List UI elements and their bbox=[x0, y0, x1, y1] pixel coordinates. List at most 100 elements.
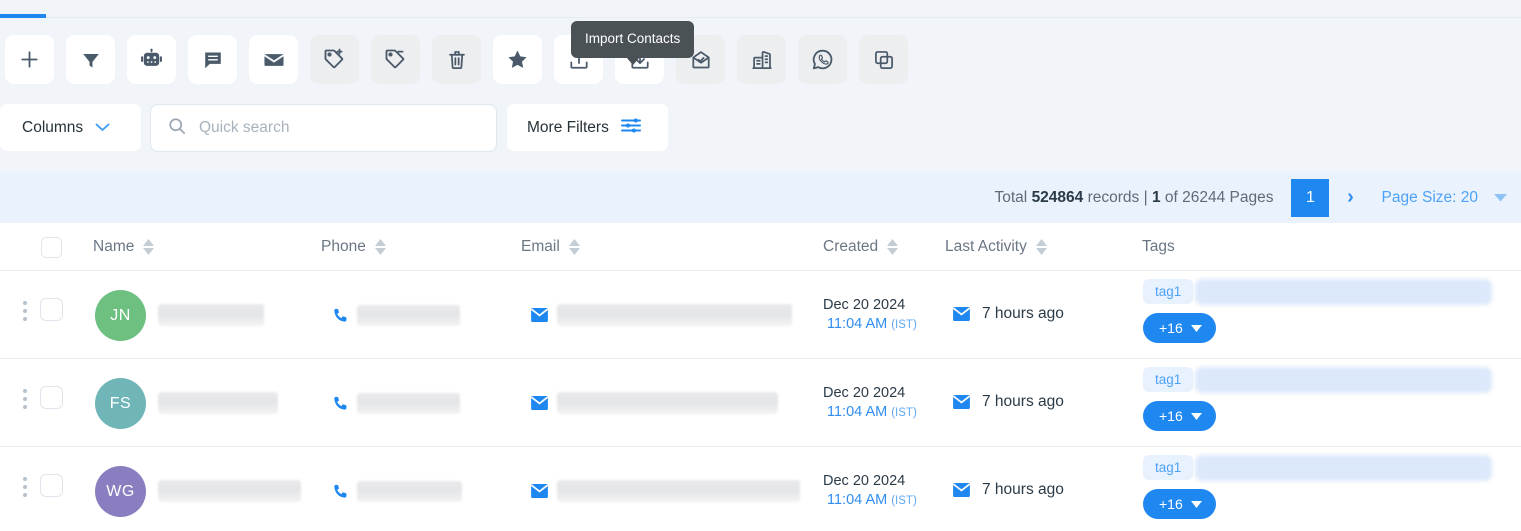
chevron-down-icon bbox=[1190, 324, 1202, 332]
bot-button[interactable] bbox=[127, 35, 176, 84]
table-header: Name Phone Email Created Last Activity Tags bbox=[0, 223, 1521, 271]
top-strip bbox=[0, 0, 1521, 22]
last-activity-cell: 7 hours ago bbox=[953, 393, 1064, 411]
column-header-name[interactable]: Name bbox=[93, 223, 155, 271]
more-tags-count: +16 bbox=[1159, 320, 1183, 336]
page-size-dropdown[interactable]: Page Size: 20 bbox=[1381, 189, 1521, 207]
column-header-label: Phone bbox=[321, 238, 366, 255]
next-page-button[interactable]: › bbox=[1329, 179, 1371, 217]
created-date: Dec 20 2024 bbox=[823, 473, 906, 489]
favorite-button[interactable] bbox=[493, 35, 542, 84]
row-menu-handle[interactable] bbox=[23, 477, 27, 497]
last-activity-value: 7 hours ago bbox=[982, 481, 1064, 498]
created-date: Dec 20 2024 bbox=[823, 297, 906, 313]
more-filters-button[interactable]: More Filters bbox=[507, 104, 668, 151]
record-count-text: Total 524864 records | 1 of 26244 Pages bbox=[995, 189, 1274, 207]
envelope-icon bbox=[263, 49, 285, 71]
name-value-redacted bbox=[158, 392, 278, 414]
last-activity-value: 7 hours ago bbox=[982, 393, 1064, 410]
page-1-button[interactable]: 1 bbox=[1291, 178, 1330, 217]
avatar-initials: JN bbox=[110, 306, 131, 324]
search-input[interactable] bbox=[199, 119, 479, 137]
tag-chip[interactable]: tag1 bbox=[1143, 367, 1194, 392]
column-header-phone[interactable]: Phone bbox=[321, 223, 386, 271]
phone-value-redacted bbox=[357, 481, 462, 502]
chat-icon bbox=[202, 49, 224, 71]
column-header-label: Last Activity bbox=[945, 238, 1027, 255]
current-page-number: 1 bbox=[1151, 188, 1161, 206]
column-header-last-activity[interactable]: Last Activity bbox=[945, 223, 1047, 271]
chevron-down-icon bbox=[1190, 412, 1202, 420]
sms-button[interactable] bbox=[188, 35, 237, 84]
add-button[interactable] bbox=[5, 35, 54, 84]
email-icon bbox=[531, 484, 548, 503]
duplicate-button[interactable] bbox=[859, 35, 908, 84]
row-checkbox[interactable] bbox=[40, 474, 63, 497]
tag-chip-redacted bbox=[1195, 367, 1492, 393]
remove-tag-button[interactable] bbox=[371, 35, 420, 84]
created-date: Dec 20 2024 bbox=[823, 385, 906, 401]
trash-icon bbox=[446, 49, 468, 71]
columns-label: Columns bbox=[22, 118, 84, 136]
created-cell: Dec 20 2024 11:04 AM (IST) bbox=[823, 384, 917, 423]
top-strip-divider bbox=[46, 17, 1521, 18]
company-button[interactable] bbox=[737, 35, 786, 84]
avatar: WG bbox=[95, 466, 146, 517]
column-header-label: Name bbox=[93, 238, 135, 255]
email-value-redacted bbox=[557, 392, 778, 414]
chevron-down-icon bbox=[95, 119, 110, 137]
last-activity-cell: 7 hours ago bbox=[953, 481, 1064, 499]
more-tags-count: +16 bbox=[1159, 496, 1183, 512]
whatsapp-icon bbox=[811, 48, 834, 71]
whatsapp-button[interactable] bbox=[798, 35, 847, 84]
more-tags-count: +16 bbox=[1159, 408, 1183, 424]
more-tags-button[interactable]: +16 bbox=[1143, 401, 1216, 431]
table-row[interactable]: FS Dec 20 2024 11:04 AM (IST) 7 hours ago ta… bbox=[0, 359, 1521, 447]
quick-search-box[interactable] bbox=[150, 104, 497, 152]
column-header-email[interactable]: Email bbox=[521, 223, 580, 271]
tag-chip[interactable]: tag1 bbox=[1143, 455, 1194, 480]
column-header-label: Tags bbox=[1142, 238, 1175, 255]
sort-icon bbox=[887, 239, 899, 255]
avatar-initials: WG bbox=[106, 482, 135, 500]
table-row[interactable]: JN Dec 20 2024 11:04 AM (IST) 7 hours ago ta… bbox=[0, 271, 1521, 359]
phone-icon bbox=[332, 483, 349, 505]
chevron-down-icon bbox=[1190, 500, 1202, 508]
pagination-bar: Total 524864 records | 1 of 26244 Pages … bbox=[0, 172, 1521, 223]
email-icon bbox=[531, 308, 548, 327]
select-all-checkbox[interactable] bbox=[41, 237, 62, 258]
columns-dropdown[interactable]: Columns bbox=[0, 104, 141, 151]
more-tags-button[interactable]: +16 bbox=[1143, 313, 1216, 343]
row-checkbox[interactable] bbox=[40, 386, 63, 409]
row-menu-handle[interactable] bbox=[23, 301, 27, 321]
avatar-initials: FS bbox=[109, 394, 132, 412]
star-icon bbox=[506, 48, 529, 71]
mail-activity-icon bbox=[953, 307, 970, 321]
phone-icon bbox=[332, 395, 349, 417]
tag-minus-icon bbox=[384, 48, 407, 71]
sliders-icon bbox=[620, 117, 641, 139]
created-timezone: (IST) bbox=[891, 495, 917, 507]
search-icon bbox=[168, 117, 186, 140]
created-time: 11:04 AM (IST) bbox=[827, 404, 917, 420]
page-size-label: Page Size: 20 bbox=[1381, 188, 1478, 206]
created-time: 11:04 AM (IST) bbox=[827, 492, 917, 508]
email-button[interactable] bbox=[249, 35, 298, 84]
row-menu-handle[interactable] bbox=[23, 389, 27, 409]
avatar: JN bbox=[95, 290, 146, 341]
row-checkbox[interactable] bbox=[40, 298, 63, 321]
more-tags-button[interactable]: +16 bbox=[1143, 489, 1216, 519]
filter-button[interactable] bbox=[66, 35, 115, 84]
email-value-redacted bbox=[557, 480, 800, 502]
created-timezone: (IST) bbox=[891, 319, 917, 331]
column-header-created[interactable]: Created bbox=[823, 223, 899, 271]
table-row[interactable]: WG Dec 20 2024 11:04 AM (IST) 7 hours ago ta… bbox=[0, 447, 1521, 531]
delete-button[interactable] bbox=[432, 35, 481, 84]
add-tag-button[interactable] bbox=[310, 35, 359, 84]
sort-icon bbox=[1035, 239, 1047, 255]
phone-icon bbox=[332, 307, 349, 329]
tag-plus-icon bbox=[323, 48, 346, 71]
tag-chip[interactable]: tag1 bbox=[1143, 279, 1194, 304]
sort-icon bbox=[143, 239, 155, 255]
total-prefix: Total bbox=[994, 188, 1028, 206]
